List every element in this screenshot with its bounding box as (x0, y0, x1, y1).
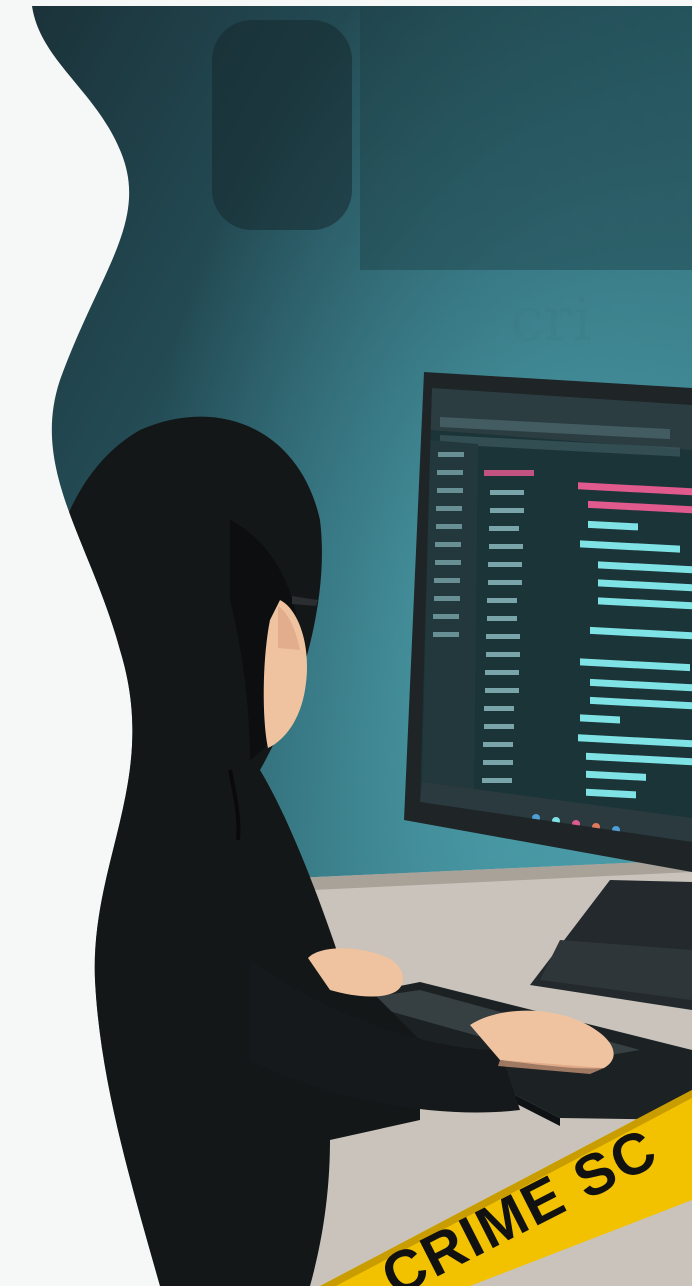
hacker-illustration: cri CRIME SC (32, 6, 692, 1286)
svg-text:cri: cri (510, 285, 591, 355)
scene-image: cri CRIME SC (32, 6, 692, 1286)
